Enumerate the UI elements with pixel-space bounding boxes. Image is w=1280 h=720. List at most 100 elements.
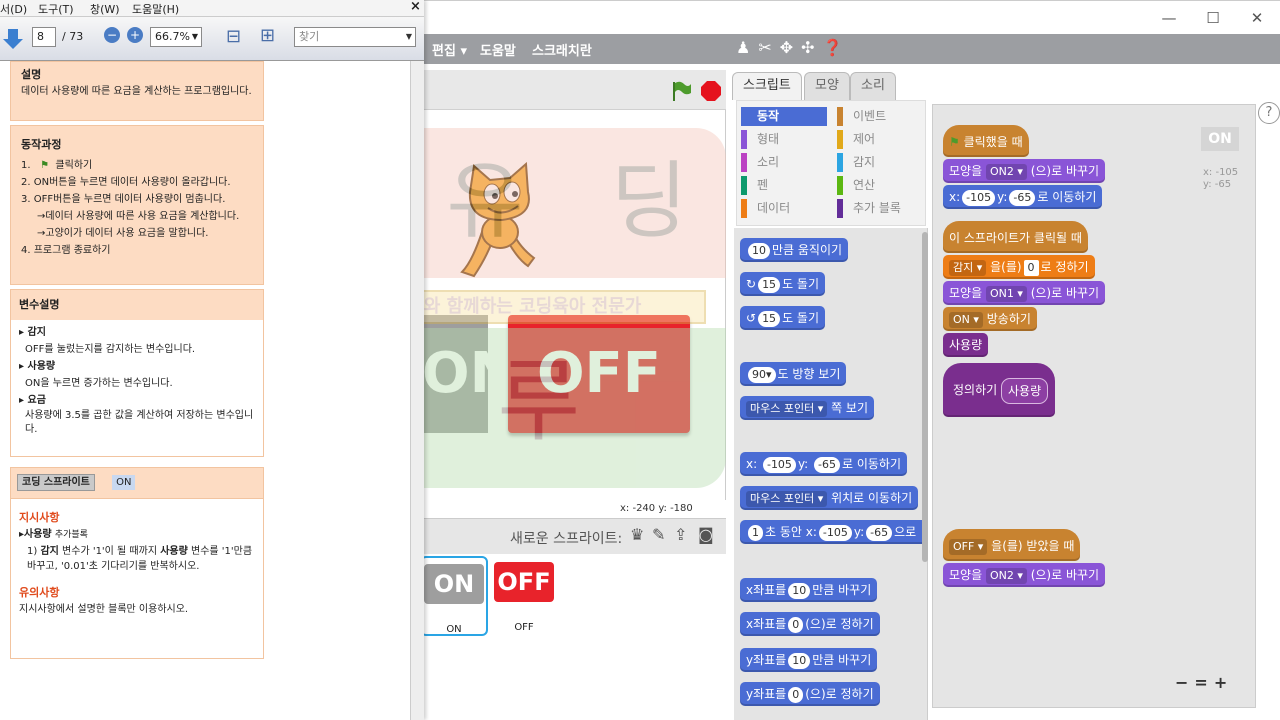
duplicate-icon[interactable]: ♟: [736, 38, 750, 57]
hat-green-flag[interactable]: ⚑ 클릭했을 때: [943, 125, 1029, 157]
block-change-x[interactable]: x좌표를 10 만큼 바꾸기: [740, 578, 878, 602]
category-4[interactable]: 소리: [741, 153, 827, 172]
s2b2-dropdown[interactable]: ON1 ▾: [985, 285, 1027, 302]
direction-value[interactable]: 90▾: [748, 366, 776, 383]
block-switch-costume-2[interactable]: 모양을 ON1 ▾ (으)로 바꾸기: [943, 281, 1106, 305]
pdf-menu-help[interactable]: 도움말(H): [132, 1, 179, 17]
help-icon[interactable]: ❓: [823, 38, 843, 57]
sprite-off[interactable]: OFF OFF: [490, 556, 558, 636]
pdf-page[interactable]: 설명 데이터 사용량에 따른 요금을 계산하는 프로그램입니다. 동작과정 1.…: [0, 61, 412, 720]
glide-x[interactable]: -105: [818, 524, 852, 541]
block-goto-target[interactable]: 마우스 포인터 ▾ 위치로 이동하기: [740, 486, 919, 510]
s3b1-dropdown[interactable]: ON2 ▾: [985, 567, 1027, 584]
block-point-towards[interactable]: 마우스 포인터 ▾ 쪽 보기: [740, 396, 874, 420]
goto-dropdown[interactable]: 마우스 포인터 ▾: [746, 490, 828, 507]
block-point-direction[interactable]: 90▾ 도 방향 보기: [740, 362, 847, 386]
goto-x[interactable]: -105: [762, 456, 796, 473]
pdf-close-button[interactable]: ×: [410, 0, 421, 14]
menu-about[interactable]: 스크래치란: [532, 40, 592, 59]
category-1[interactable]: 이벤트: [837, 107, 923, 126]
glide-y[interactable]: -65: [866, 524, 893, 541]
upload-sprite-icon[interactable]: ⇪: [674, 525, 687, 544]
stage[interactable]: OFF ON: [422, 110, 726, 500]
s1b2-y[interactable]: -65: [1009, 189, 1036, 206]
palette-scrollbar[interactable]: [922, 232, 928, 562]
pdf-menu-tools[interactable]: 도구(T): [38, 1, 74, 17]
category-8[interactable]: 데이터: [741, 199, 827, 218]
block-define[interactable]: 정의하기 사용량: [943, 363, 1055, 417]
menu-edit[interactable]: 편집 ▾: [432, 40, 467, 59]
stage-on-button[interactable]: ON: [422, 315, 488, 433]
s1b1-dropdown[interactable]: ON2 ▾: [985, 163, 1027, 180]
close-window-button[interactable]: ✕: [1242, 7, 1272, 29]
stage-off-button[interactable]: OFF: [508, 315, 690, 433]
category-3[interactable]: 제어: [837, 130, 923, 149]
block-switch-costume-3[interactable]: 모양을 ON2 ▾ (으)로 바꾸기: [943, 563, 1106, 587]
choose-sprite-icon[interactable]: ♛: [630, 525, 644, 544]
grow-icon[interactable]: ✥: [780, 38, 793, 57]
zoom-in-button[interactable]: +: [1214, 673, 1227, 692]
search-field[interactable]: 찾기 ▼: [294, 27, 416, 47]
block-turn-left[interactable]: ↺ 15 도 돌기: [740, 306, 825, 330]
page-number-input[interactable]: 8: [32, 27, 56, 47]
hat3-dropdown[interactable]: OFF ▾: [949, 538, 988, 555]
category-7[interactable]: 연산: [837, 176, 923, 195]
category-0[interactable]: 동작: [741, 107, 827, 126]
s2b1-dropdown[interactable]: 감지 ▾: [949, 259, 987, 276]
category-9[interactable]: 추가 블록: [837, 199, 923, 218]
block-switch-costume-1[interactable]: 모양을 ON2 ▾ (으)로 바꾸기: [943, 159, 1106, 183]
hat-when-receive[interactable]: OFF ▾ 을(를) 받았을 때: [943, 529, 1081, 561]
block-set-x[interactable]: x좌표를 0 (으)로 정하기: [740, 612, 880, 636]
tab-scripts[interactable]: 스크립트: [732, 72, 802, 100]
down-arrow-icon[interactable]: [2, 27, 24, 51]
zoom-out-icon[interactable]: −: [104, 27, 120, 43]
pdf-menu-window[interactable]: 창(W): [90, 1, 120, 17]
block-move[interactable]: 10 만큼 움직이기: [740, 238, 849, 262]
pdf-scrollbar[interactable]: [410, 61, 424, 720]
change-x-value[interactable]: 10: [788, 582, 811, 599]
block-set-y[interactable]: y좌표를 0 (으)로 정하기: [740, 682, 880, 706]
cat-sprite[interactable]: [452, 162, 552, 282]
minimize-button[interactable]: —: [1154, 7, 1184, 29]
category-2[interactable]: 형태: [741, 130, 827, 149]
s1b2-x[interactable]: -105: [962, 189, 996, 206]
block-change-y[interactable]: y좌표를 10 만큼 바꾸기: [740, 648, 878, 672]
paint-sprite-icon[interactable]: ✎: [652, 525, 665, 544]
tab-sounds[interactable]: 소리: [850, 72, 896, 100]
zoom-in-icon[interactable]: +: [127, 27, 143, 43]
zoom-out-button[interactable]: −: [1175, 673, 1188, 692]
block-set-variable[interactable]: 감지 ▾ 을(를) 0 로 정하기: [943, 255, 1095, 279]
define-name[interactable]: 사용량: [1001, 377, 1049, 404]
maximize-button[interactable]: ☐: [1198, 7, 1228, 29]
block-goto-xy[interactable]: x: -105 y: -65 로 이동하기: [740, 452, 908, 476]
tab-costumes[interactable]: 모양: [804, 72, 850, 100]
menu-help[interactable]: 도움말: [480, 40, 516, 59]
zoom-select[interactable]: 66.7% ▼: [150, 27, 202, 47]
category-6[interactable]: 펜: [741, 176, 827, 195]
s2b1-value[interactable]: 0: [1023, 259, 1039, 276]
script-area[interactable]: ON x: -105 y: -65 ⚑ 클릭했을 때 모양을 ON2 ▾ (으)…: [932, 104, 1256, 708]
fit-page-icon[interactable]: ⊞: [260, 25, 275, 46]
block-custom-usage[interactable]: 사용량: [943, 333, 989, 357]
set-y-value[interactable]: 0: [788, 686, 804, 703]
shrink-icon[interactable]: ✣: [801, 38, 814, 57]
s2b3-dropdown[interactable]: ON ▾: [949, 311, 983, 328]
towards-dropdown[interactable]: 마우스 포인터 ▾: [746, 400, 828, 417]
category-5[interactable]: 감지: [837, 153, 923, 172]
fit-width-icon[interactable]: ⊟: [226, 26, 241, 47]
camera-icon[interactable]: ◙: [698, 525, 714, 544]
turn-left-deg[interactable]: 15: [758, 310, 781, 327]
stop-icon[interactable]: [700, 80, 722, 102]
block-turn-right[interactable]: ↻ 15 도 돌기: [740, 272, 825, 296]
sprite-on[interactable]: ON ON: [420, 556, 488, 636]
hat-sprite-clicked[interactable]: 이 스프라이트가 클릭될 때: [943, 221, 1088, 253]
block-goto-xy-1[interactable]: x: -105 y: -65 로 이동하기: [943, 185, 1103, 209]
help-question-icon[interactable]: ?: [1258, 102, 1280, 124]
pdf-menu-view[interactable]: 서(D): [0, 1, 27, 17]
change-y-value[interactable]: 10: [788, 652, 811, 669]
delete-icon[interactable]: ✂: [758, 38, 771, 57]
goto-y[interactable]: -65: [814, 456, 840, 473]
glide-secs[interactable]: 1: [748, 524, 763, 541]
zoom-reset-button[interactable]: =: [1194, 673, 1207, 692]
move-steps[interactable]: 10: [748, 242, 770, 259]
